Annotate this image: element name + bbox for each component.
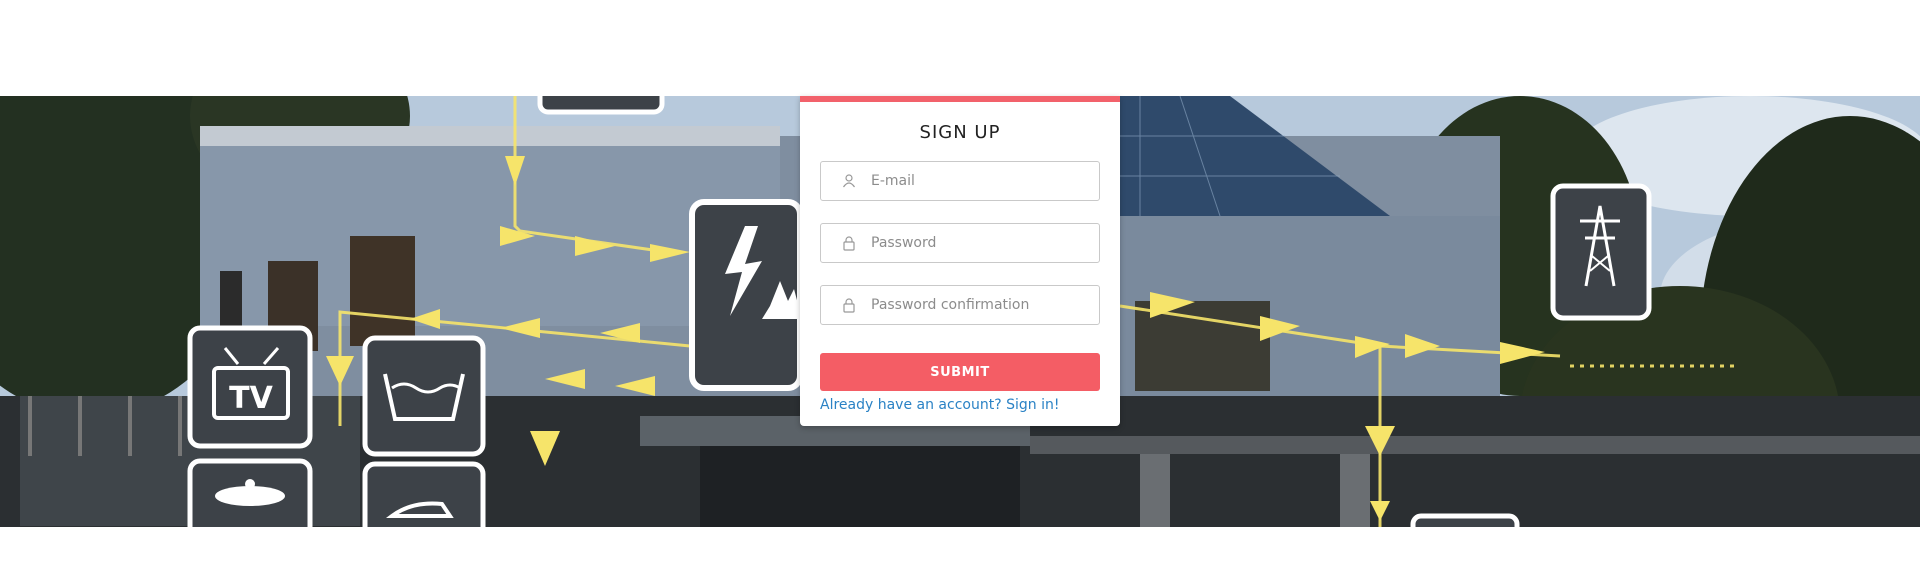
washing-tile — [362, 335, 486, 457]
password-input[interactable] — [871, 224, 1091, 262]
lock-icon — [843, 236, 855, 251]
password-confirmation-field[interactable] — [820, 285, 1100, 325]
email-field[interactable] — [820, 161, 1100, 201]
password-confirmation-input[interactable] — [871, 286, 1091, 324]
signin-link[interactable]: Already have an account? Sign in! — [820, 397, 1059, 413]
svg-text:TV: TV — [229, 381, 273, 416]
lock-icon — [843, 298, 855, 313]
tv-tile: TV — [187, 325, 313, 449]
signup-title: SIGN UP — [919, 122, 1001, 143]
pot-tile — [187, 458, 313, 527]
high-voltage-tile — [689, 199, 803, 391]
user-icon — [843, 174, 855, 188]
email-input[interactable] — [871, 162, 1091, 200]
power-pylon-tile — [1550, 183, 1652, 321]
submit-button[interactable]: SUBMIT — [820, 353, 1100, 391]
password-field[interactable] — [820, 223, 1100, 263]
iron-tile — [362, 461, 486, 527]
signup-card: SIGN UP SUBMIT Already have an account? … — [800, 96, 1120, 426]
